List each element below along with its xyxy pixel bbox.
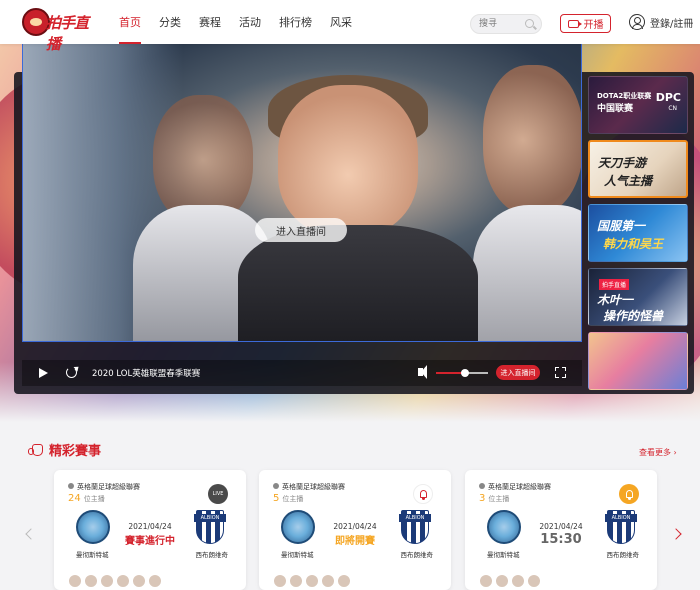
- player-controls: 2020 LOL英雄联盟春季联赛 进入直播间: [22, 360, 582, 386]
- chevron-left-icon[interactable]: [25, 528, 37, 540]
- thumbnail-guofu[interactable]: 国服第一 韩力和吴王: [588, 204, 688, 262]
- away-team-name: 西布朗维奇: [606, 551, 640, 559]
- league-name: 英格蘭足球超級聯賽: [77, 483, 140, 491]
- top-header: 拍手直播 首页 分类 赛程 活动 排行榜 风采 开播 登錄/註冊: [0, 0, 700, 53]
- home-team-name: 曼彻斯特城: [76, 551, 109, 559]
- away-team-name: 西布朗维奇: [400, 551, 434, 559]
- camera-icon: [567, 19, 582, 28]
- thumb-chip: 拍手直播: [599, 279, 630, 290]
- nav-activity[interactable]: 活动: [239, 0, 261, 44]
- match-time: 15:30: [540, 532, 582, 547]
- match-date: 2021/04/24: [128, 522, 172, 531]
- login-label: 登錄/註冊: [650, 18, 694, 30]
- host-count: 3 位主播: [479, 493, 510, 504]
- host-avatars: [273, 574, 353, 588]
- refresh-icon[interactable]: [66, 367, 77, 378]
- player-person-center: [278, 85, 418, 235]
- player-person-right-shirt: [473, 205, 581, 341]
- thumbnail-fantasy[interactable]: [588, 332, 688, 390]
- league-name: 英格蘭足球超級聯賽: [282, 483, 345, 491]
- thumbnail-dota2[interactable]: DOTA2职业联赛 中国联赛 DPC CN: [588, 76, 688, 134]
- host-avatars: [479, 574, 543, 588]
- thumb-logo-sub: CN: [668, 105, 677, 112]
- match-date: 2021/04/24: [333, 522, 377, 531]
- match-card[interactable]: 英格蘭足球超級聯賽 24 位主播 LIVE ALBION 2021/04/24 賽…: [54, 470, 246, 590]
- start-broadcast-button[interactable]: 开播: [560, 14, 611, 33]
- player-person-right: [483, 65, 581, 215]
- thumb-title-2: 韩力和吴王: [603, 237, 664, 251]
- section-header: 精彩賽事: [28, 440, 102, 459]
- thumb-line1: DOTA2职业联赛: [597, 92, 652, 100]
- play-icon[interactable]: [39, 368, 48, 378]
- match-card[interactable]: 英格蘭足球超級聯賽 5 位主播 ALBION 2021/04/24 即將開賽 曼彻…: [259, 470, 451, 590]
- home-team-name: 曼彻斯特城: [487, 551, 520, 559]
- host-count: 5 位主播: [273, 493, 304, 504]
- host-count: 24 位主播: [68, 493, 105, 504]
- league-icon: [479, 483, 485, 489]
- hand-icon: [28, 443, 43, 456]
- league-icon: [68, 483, 74, 489]
- league-name: 英格蘭足球超級聯賽: [488, 483, 551, 491]
- thumb-logo: DPC: [655, 91, 681, 104]
- main-nav: 首页 分类 赛程 活动 排行榜 风采: [119, 0, 370, 44]
- volume-icon[interactable]: [418, 365, 427, 379]
- thumb-title-1: 国服第一: [597, 219, 646, 233]
- login-register[interactable]: 登錄/註冊: [629, 14, 693, 30]
- match-status: 賽事進行中: [125, 536, 175, 547]
- fullscreen-icon[interactable]: [555, 367, 566, 378]
- league-icon: [273, 483, 279, 489]
- thumbnail-tiandao[interactable]: 天刀手游 人气主播: [588, 140, 688, 198]
- bell-icon[interactable]: [413, 484, 433, 504]
- thumb-title-1: 天刀手游: [598, 156, 647, 170]
- nav-category[interactable]: 分类: [159, 0, 181, 44]
- match-card[interactable]: 英格蘭足球超級聯賽 3 位主播 ALBION 2021/04/24 15:30 曼…: [465, 470, 657, 590]
- thumb-title-2: 人气主播: [604, 174, 653, 188]
- volume-knob[interactable]: [460, 369, 469, 377]
- thumb-title-1: 木叶一: [597, 293, 634, 307]
- thumb-title-2: 操作的怪兽: [603, 309, 664, 323]
- user-icon: [629, 14, 645, 30]
- match-status: 即將開賽: [335, 536, 375, 547]
- view-more-link[interactable]: 查看更多 ›: [639, 447, 677, 458]
- host-avatars: [68, 574, 164, 588]
- section-title: 精彩賽事: [49, 444, 102, 459]
- search-icon[interactable]: [525, 19, 534, 28]
- thumb-line2: 中国联赛: [597, 104, 634, 114]
- nav-schedule[interactable]: 赛程: [199, 0, 221, 44]
- thumbnail-muye[interactable]: 拍手直播 木叶一 操作的怪兽: [588, 268, 688, 326]
- stream-title: 2020 LOL英雄联盟春季联赛: [92, 369, 201, 379]
- enter-live-room-button[interactable]: 进入直播间: [255, 218, 347, 242]
- match-date: 2021/04/24: [539, 522, 583, 531]
- channel-thumbnails: DOTA2职业联赛 中国联赛 DPC CN 天刀手游 人气主播 国服第一 韩力和…: [588, 76, 688, 396]
- player-person-center-shirt: [238, 225, 478, 341]
- home-team-name: 曼彻斯特城: [281, 551, 314, 559]
- broadcast-label: 开播: [583, 20, 604, 31]
- nav-style[interactable]: 风采: [330, 0, 352, 44]
- search-box: [470, 14, 542, 34]
- nav-ranking[interactable]: 排行榜: [279, 0, 312, 44]
- away-team-name: 西布朗维奇: [195, 551, 229, 559]
- search-input[interactable]: [471, 15, 521, 33]
- enter-live-room-small-button[interactable]: 进入直播间: [496, 365, 540, 380]
- live-badge[interactable]: LIVE: [208, 484, 228, 504]
- bell-icon[interactable]: [619, 484, 639, 504]
- video-player[interactable]: [22, 34, 582, 342]
- volume-slider[interactable]: [436, 369, 488, 377]
- nav-home[interactable]: 首页: [119, 0, 141, 44]
- logo-text: 拍手直播: [46, 14, 89, 53]
- chevron-right-icon[interactable]: [670, 528, 682, 540]
- site-logo[interactable]: 拍手直播: [22, 6, 98, 53]
